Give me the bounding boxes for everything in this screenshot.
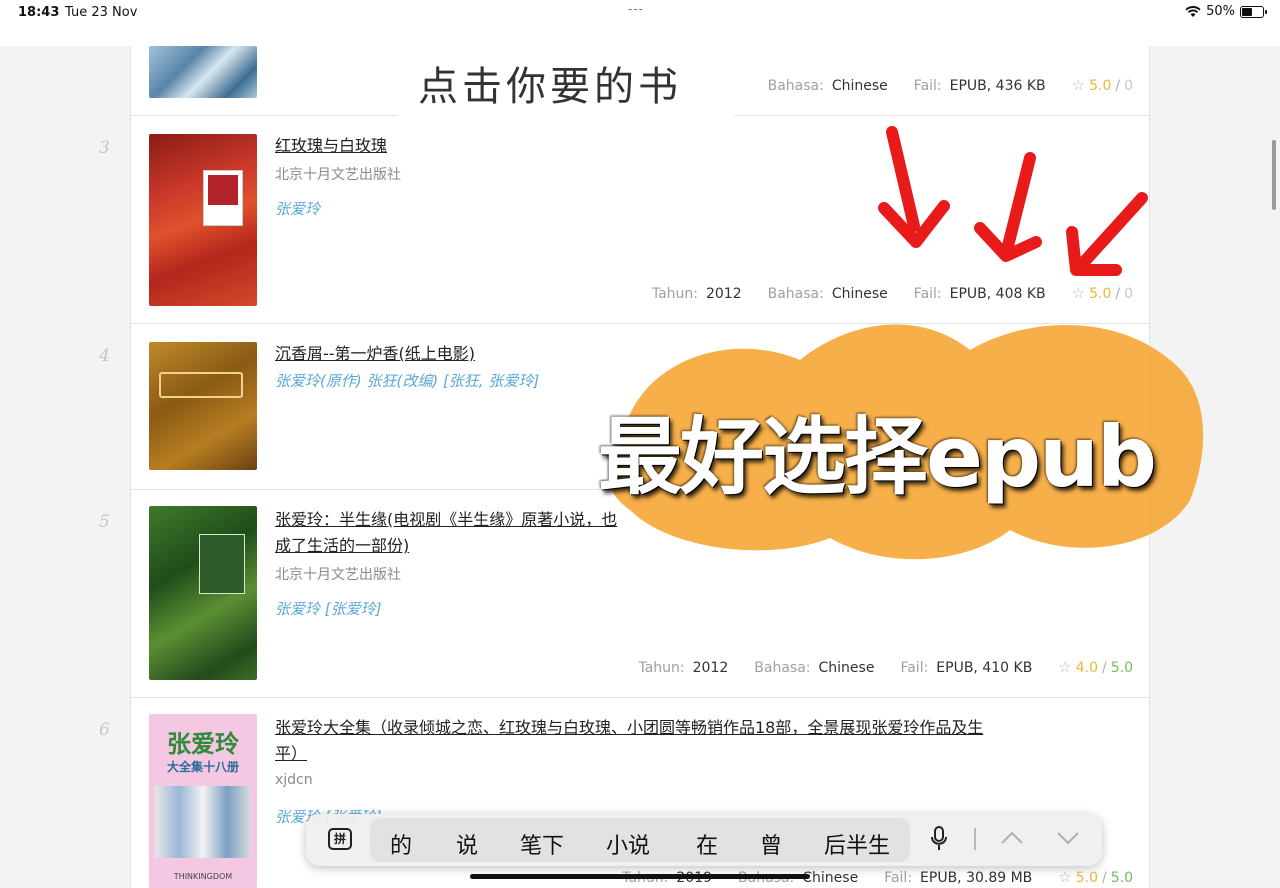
- book-publisher: 北京十月文艺出版社: [275, 567, 401, 583]
- star-icon: ☆: [1058, 658, 1072, 676]
- book-title-link-line2[interactable]: 平）: [275, 742, 307, 766]
- candidate-1[interactable]: 的: [390, 828, 412, 860]
- book-title-link-line2[interactable]: 成了生活的一部份): [275, 534, 409, 558]
- pinyin-key-icon[interactable]: 拼: [328, 828, 352, 850]
- row-number: 6: [99, 720, 110, 740]
- multitask-dots[interactable]: ---: [628, 2, 644, 16]
- row-number: 5: [99, 512, 110, 532]
- keyboard-candidate-bar: 拼 的 说 笔下 小说 在 曾 后半生: [306, 814, 1102, 866]
- star-icon: ☆: [1071, 76, 1086, 94]
- home-indicator[interactable]: [470, 874, 810, 879]
- caption-text: 点击你要的书: [418, 64, 682, 110]
- book-publisher: xjdcn: [275, 772, 313, 788]
- status-bar: 18:43 Tue 23 Nov --- 50%: [0, 0, 1280, 46]
- file-field: Fail: EPUB, 436 KB: [913, 78, 1046, 94]
- red-arrow-icon: [974, 152, 1042, 262]
- book-author-link[interactable]: 张爱玲 [张爱玲]: [275, 598, 381, 619]
- overlay-text: 最好选择epub: [598, 408, 1157, 506]
- status-date: Tue 23 Nov: [65, 5, 138, 20]
- red-arrow-icon: [878, 126, 950, 248]
- rating[interactable]: ☆ 5.0 / 0: [1072, 76, 1133, 94]
- book-title-link[interactable]: 张爱玲：半生缘(电视剧《半生缘》原著小说，也: [275, 508, 617, 532]
- scroll-indicator[interactable]: [1272, 140, 1276, 210]
- book-title-link[interactable]: 红玫瑰与白玫瑰: [275, 134, 387, 158]
- book-meta: Bahasa: Chinese Fail: EPUB, 436 KB ☆ 5.0 /…: [768, 76, 1133, 94]
- book-title-link[interactable]: 沉香屑--第一炉香(纸上电影): [275, 342, 475, 366]
- file-field: Fail: EPUB, 30.89 MB: [884, 870, 1033, 886]
- book-cover[interactable]: [149, 134, 257, 306]
- candidate-3[interactable]: 笔下: [520, 828, 564, 860]
- year-field: Tahun: 2012: [638, 660, 729, 676]
- candidate-5[interactable]: 在: [696, 828, 718, 860]
- candidate-7[interactable]: 后半生: [824, 828, 890, 860]
- book-author-link[interactable]: 张爱玲(原作) 张狂(改编) [张狂, 张爱玲]: [275, 370, 539, 391]
- language-field: Bahasa:Chinese: [767, 78, 888, 94]
- row-number: 4: [99, 346, 110, 366]
- cover-brand: THINKINGDOM: [173, 872, 233, 881]
- candidate-6[interactable]: 曾: [760, 828, 782, 860]
- candidate-4[interactable]: 小说: [606, 828, 650, 860]
- book-author-link[interactable]: 张爱玲: [275, 198, 320, 219]
- battery-percent: 50%: [1206, 4, 1235, 19]
- wifi-icon: [1185, 5, 1201, 17]
- file-field: Fail: EPUB, 410 KB: [900, 660, 1033, 676]
- book-title-link[interactable]: 张爱玲大全集（收录倾城之恋、红玫瑰与白玫瑰、小团圆等畅销作品18部，全景展现张爱…: [275, 716, 983, 740]
- candidate-2[interactable]: 说: [456, 828, 478, 860]
- book-cover[interactable]: [149, 46, 257, 98]
- cover-title: 张爱玲: [167, 730, 239, 758]
- book-cover[interactable]: [149, 342, 257, 470]
- red-arrow-icon: [1066, 192, 1148, 276]
- caption-overlay: 点击你要的书: [398, 46, 734, 132]
- chevron-up-icon[interactable]: [1000, 826, 1024, 850]
- rating[interactable]: ☆ 4.0 / 5.0: [1058, 658, 1133, 676]
- chevron-down-icon[interactable]: [1056, 826, 1080, 850]
- language-field: Bahasa:Chinese: [754, 660, 875, 676]
- book-cover[interactable]: [149, 506, 257, 680]
- book-meta: Tahun: 2012 Bahasa: Chinese Fail: EPUB, 410…: [638, 658, 1133, 676]
- book-cover[interactable]: 张爱玲 大全集十八册 THINKINGDOM: [149, 714, 257, 888]
- microphone-icon[interactable]: [930, 826, 948, 852]
- status-time: 18:43: [18, 5, 60, 20]
- star-icon: ☆: [1058, 868, 1072, 886]
- book-publisher: 北京十月文艺出版社: [275, 167, 401, 183]
- cover-subtitle: 大全集十八册: [166, 760, 239, 774]
- status-right: 50%: [1185, 4, 1267, 19]
- battery-icon: [1240, 5, 1267, 18]
- candidate-group: 的 说 笔下 小说 在 曾 后半生: [370, 818, 910, 862]
- row-number: 3: [99, 138, 110, 158]
- divider: [974, 828, 976, 850]
- rating[interactable]: ☆ 5.0 / 5.0: [1058, 868, 1133, 886]
